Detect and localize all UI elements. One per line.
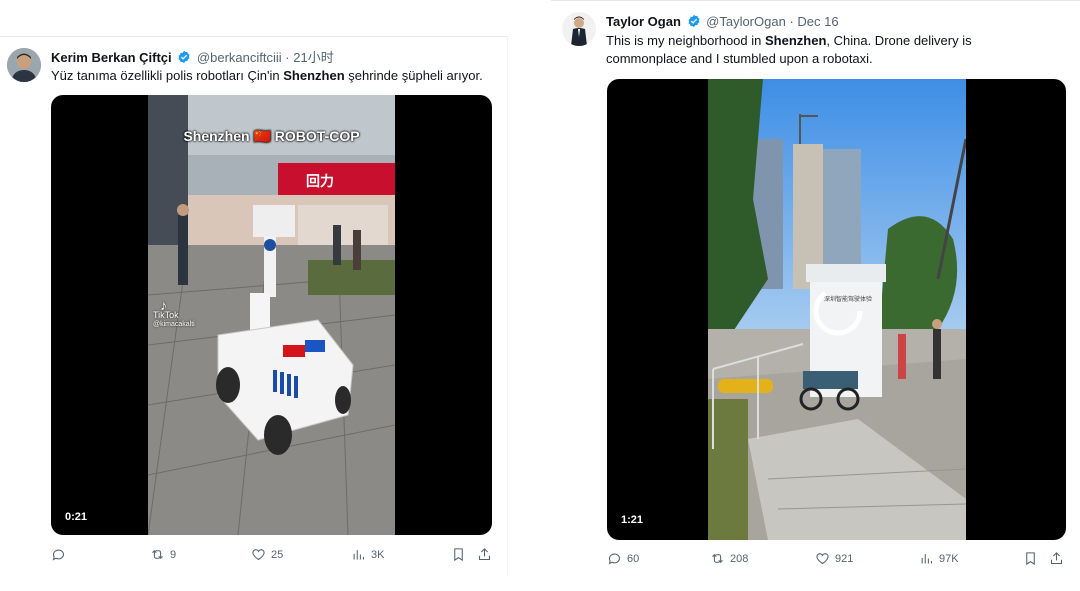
tweet-text: Yüz tanıma özellikli polis robotları Çin…	[51, 67, 501, 85]
video-duration: 0:21	[65, 511, 88, 523]
views-count: 3K	[371, 548, 385, 561]
video-frame: 回力 Shenzhen 🇨🇳 ROBOT-COP ♪ TikTok @kimac…	[148, 95, 395, 535]
author-name[interactable]: Taylor Ogan	[606, 14, 681, 29]
tiktok-watermark: ♪ TikTok @kimacakalti	[153, 297, 195, 330]
views-count: 97K	[939, 552, 959, 565]
video-caption-overlay: Shenzhen 🇨🇳 ROBOT-COP	[183, 128, 360, 144]
retweet-count: 208	[730, 552, 749, 565]
bookmark-icon	[1026, 552, 1035, 566]
tiktok-handle: @kimacakalti	[153, 321, 195, 328]
like-icon	[252, 549, 265, 561]
share-icon	[478, 548, 491, 561]
tweet-timestamp[interactable]: 21小时	[293, 50, 333, 65]
author-avatar[interactable]	[562, 12, 596, 46]
author-name[interactable]: Kerim Berkan Çiftçi	[51, 50, 172, 65]
reply-button[interactable]: 60	[607, 551, 639, 566]
tweet-header: Taylor Ogan @TaylorOgan · Dec 16	[606, 13, 839, 30]
reply-count: 60	[627, 552, 640, 565]
tweet-text: This is my neighborhood in Shenzhen, Chi…	[606, 32, 1026, 68]
views-button[interactable]: 3K	[351, 547, 384, 562]
reply-icon	[608, 553, 621, 565]
video-frame: 深圳智能驾驶体验	[708, 79, 966, 540]
share-button[interactable]	[477, 547, 492, 562]
action-bar: 9 25 3K	[51, 547, 496, 567]
tweet-card-2[interactable]: Taylor Ogan @TaylorOgan · Dec 16 This is…	[551, 0, 1080, 591]
views-icon	[353, 550, 365, 560]
share-button[interactable]	[1049, 551, 1064, 566]
header-separator: ·	[789, 14, 794, 29]
tweet-text-part: This is my neighborhood in	[606, 33, 765, 48]
retweet-button[interactable]: 208	[710, 551, 748, 566]
tweet-header: Kerim Berkan Çiftçi @berkanciftciii · 21…	[51, 49, 334, 66]
action-bar: 60 208 921 97K	[607, 551, 1067, 571]
like-icon	[816, 553, 829, 565]
tweet-card-1[interactable]: Kerim Berkan Çiftçi @berkanciftciii · 21…	[0, 36, 508, 576]
video-player[interactable]: 回力 Shenzhen 🇨🇳 ROBOT-COP ♪ TikTok @kimac…	[51, 95, 492, 535]
reply-icon	[52, 549, 65, 561]
header-separator: ·	[285, 50, 290, 65]
like-count: 921	[835, 552, 854, 565]
retweet-icon	[152, 549, 163, 560]
like-count: 25	[271, 548, 284, 561]
retweet-button[interactable]: 9	[150, 547, 176, 562]
views-button[interactable]: 97K	[919, 551, 959, 566]
bookmark-icon	[454, 548, 463, 562]
share-icon	[1050, 552, 1063, 565]
video-player[interactable]: 深圳智能驾驶体验 1:21	[607, 79, 1066, 540]
author-handle[interactable]: @berkanciftciii	[197, 50, 282, 65]
store-sign-text: 回力	[306, 173, 334, 189]
tweet-timestamp[interactable]: Dec 16	[797, 14, 838, 29]
author-avatar[interactable]	[7, 48, 41, 82]
author-handle[interactable]: @TaylorOgan	[706, 14, 786, 29]
like-button[interactable]: 25	[251, 547, 283, 562]
retweet-count: 9	[170, 548, 177, 561]
tiktok-label: TikTok	[153, 310, 179, 320]
tweet-text-part: şehrinde şüpheli arıyor.	[344, 68, 483, 83]
video-duration: 1:21	[621, 514, 644, 526]
retweet-icon	[712, 553, 723, 564]
tweet-text-highlight: Shenzhen	[764, 33, 827, 48]
bookmark-button[interactable]	[451, 547, 466, 562]
tweet-text-highlight: Shenzhen	[283, 68, 345, 83]
tiktok-icon: ♪	[160, 297, 167, 313]
bookmark-button[interactable]	[1023, 551, 1038, 566]
like-button[interactable]: 921	[815, 551, 853, 566]
avatar-image	[7, 48, 41, 82]
kiosk-sign-text: 深圳智能驾驶体验	[824, 295, 872, 303]
reply-button[interactable]	[51, 547, 71, 562]
tweet-text-part: Yüz tanıma özellikli polis robotları Çin…	[51, 68, 284, 83]
video-scene-robotaxi: 深圳智能驾驶体验	[708, 79, 966, 540]
verified-badge-icon	[688, 14, 699, 28]
verified-badge-icon	[178, 50, 190, 64]
avatar-image	[562, 12, 596, 46]
views-icon	[921, 554, 933, 564]
